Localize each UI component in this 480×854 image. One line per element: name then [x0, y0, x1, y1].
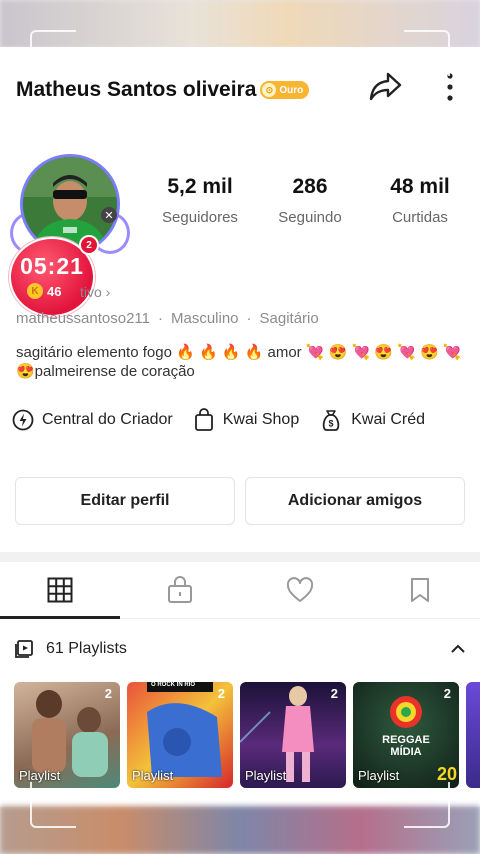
- money-bag-icon: $: [322, 410, 340, 431]
- timer-coins: K 46: [27, 283, 61, 299]
- username: matheussantoso211: [16, 310, 150, 327]
- profile-bio: sagitário elemento fogo 🔥 🔥 🔥 🔥 amor 💘 😍…: [16, 344, 462, 380]
- stat-following-value: 286: [292, 175, 328, 198]
- tab-private[interactable]: [120, 562, 240, 618]
- bookmark-icon: [411, 578, 429, 602]
- playlist-count: 2: [443, 686, 451, 701]
- stat-following[interactable]: 286 Seguindo: [255, 175, 365, 226]
- avatar-close-icon[interactable]: ✕: [101, 207, 117, 223]
- stat-followers-label: Seguidores: [162, 209, 238, 226]
- playlist-label: Playlist: [19, 768, 61, 783]
- lightning-icon: [12, 409, 34, 431]
- stat-likes-value: 48 mil: [390, 175, 450, 198]
- stat-likes[interactable]: 48 mil Curtidas: [365, 175, 475, 226]
- playlist-thumb[interactable]: REGGAE MÍDIA 20 2 Playlist: [353, 682, 459, 788]
- playlist-icon: [15, 640, 33, 658]
- playlist-overlay-text: REGGAE MÍDIA: [382, 734, 430, 758]
- share-icon[interactable]: [368, 69, 404, 103]
- tab-saved[interactable]: [360, 562, 480, 618]
- frame-corner: [30, 782, 76, 828]
- profile-stats: 5,2 mil Seguidores 286 Seguindo 48 mil C…: [145, 175, 475, 226]
- active-status[interactable]: tivo ›: [80, 284, 110, 300]
- playlist-thumbnails: 2 Playlist O ROCK IN RIO 2 Playlist 2 Pl…: [14, 682, 480, 788]
- kwai-coin-icon: K: [27, 283, 43, 299]
- playlist-count: 2: [330, 686, 338, 701]
- stat-following-label: Seguindo: [278, 209, 342, 226]
- playlist-overlay-text: O ROCK IN RIO: [151, 682, 196, 688]
- profile-name: Matheus Santos oliveira: [16, 78, 257, 101]
- heart-icon: [286, 577, 314, 602]
- tool-creator-center[interactable]: Central do Criador: [12, 409, 173, 431]
- timer-notification-badge: 2: [79, 235, 99, 255]
- tab-likes[interactable]: [240, 562, 360, 618]
- frame-corner: [30, 30, 76, 76]
- playlist-thumb[interactable]: 2 Playlist: [240, 682, 346, 788]
- timer-time: 05:21: [20, 253, 84, 279]
- gender: Masculino: [170, 310, 239, 327]
- section-divider: [0, 552, 480, 562]
- coin-icon: ⊙: [262, 83, 277, 97]
- playlist-count: 2: [217, 686, 225, 701]
- frame-corner: [404, 782, 450, 828]
- grid-icon: [47, 577, 73, 603]
- playlist-thumb[interactable]: 2 Playlist: [14, 682, 120, 788]
- live-timer-badge[interactable]: 2 05:21 K 46: [9, 235, 99, 317]
- svg-text:$: $: [329, 419, 334, 429]
- tool-creator-center-label: Central do Criador: [42, 411, 173, 428]
- chevron-up-icon[interactable]: [450, 639, 466, 659]
- playlist-count: 2: [104, 686, 112, 701]
- playlist-label: Playlist: [358, 768, 400, 783]
- tool-kwai-shop-label: Kwai Shop: [222, 411, 300, 428]
- add-friends-button[interactable]: Adicionar amigos: [245, 477, 465, 525]
- creator-tools: Central do Criador Kwai Shop $ Kwai Créd: [12, 408, 480, 432]
- edit-profile-button[interactable]: Editar perfil: [15, 477, 235, 525]
- tab-grid[interactable]: [0, 562, 120, 619]
- playlist-label: Playlist: [132, 768, 174, 783]
- profile-card: Matheus Santos oliveira ⊙ Ouro ✕ 2 05:21…: [0, 47, 480, 807]
- playlist-thumb-partial[interactable]: [466, 682, 480, 788]
- playlists-count: 61 Playlists: [46, 640, 127, 657]
- profile-meta: matheussantoso211 · Masculino · Sagitário: [16, 310, 319, 327]
- timer-coins-value: 46: [47, 283, 62, 299]
- avatar-photo: [23, 157, 117, 251]
- playlist-label: Playlist: [245, 768, 287, 783]
- lock-icon: [168, 576, 192, 603]
- gold-badge[interactable]: ⊙ Ouro: [260, 81, 310, 99]
- tool-kwai-credit-label: Kwai Créd: [351, 411, 426, 428]
- playlist-thumb[interactable]: O ROCK IN RIO 2 Playlist: [127, 682, 233, 788]
- tool-kwai-credit[interactable]: $ Kwai Créd: [319, 408, 425, 432]
- stat-followers[interactable]: 5,2 mil Seguidores: [145, 175, 255, 226]
- stat-likes-label: Curtidas: [392, 209, 448, 226]
- gold-badge-label: Ouro: [279, 84, 304, 96]
- shopping-bag-icon: [194, 408, 213, 431]
- content-tabs: [0, 562, 480, 619]
- stat-followers-value: 5,2 mil: [167, 175, 233, 198]
- playlists-header[interactable]: 61 Playlists: [14, 639, 466, 659]
- tool-kwai-shop[interactable]: Kwai Shop: [193, 408, 300, 432]
- frame-corner: [404, 30, 450, 76]
- zodiac-sign: Sagitário: [259, 310, 319, 327]
